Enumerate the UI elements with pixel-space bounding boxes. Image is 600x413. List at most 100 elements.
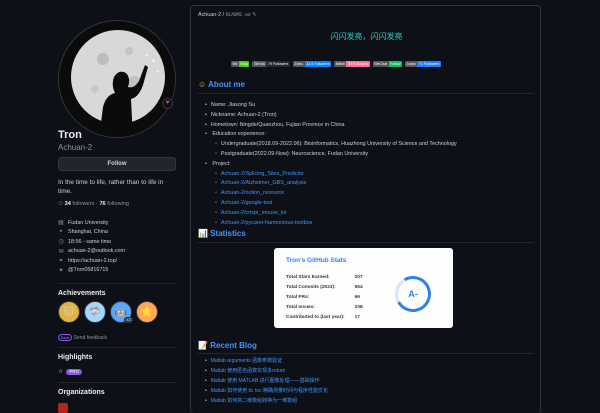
svg-text:✦: ✦ — [151, 58, 156, 65]
shield-value: 33 Followers — [346, 61, 370, 67]
profile-bio: In the time to life, rather than to life… — [58, 179, 164, 195]
followers-link[interactable]: 34 followers — [65, 201, 95, 207]
stat-label: Total PRs: — [286, 294, 310, 300]
profile-name: Tron — [58, 129, 82, 141]
project-link[interactable]: Achuan-2/pycaret-harmonious-toolbox — [221, 220, 312, 226]
vcard-item[interactable]: ⚭ https://achuan-2.top/ — [58, 256, 125, 266]
highlight-pro: ☆ PRO — [58, 368, 83, 375]
shield-value: Follow — [388, 61, 403, 67]
highlights-title: Highlights — [58, 354, 93, 361]
vcard-item[interactable]: ✦ @Tron05816715 — [58, 266, 125, 276]
shield-value: 79 Followers — [266, 61, 290, 67]
shield-value: 71 Followers — [417, 61, 441, 67]
divider — [58, 347, 176, 348]
shield-label: Juejin — [405, 61, 418, 67]
blog-post-link[interactable]: Matlab 如何使用 tic toc 精确测量时间与程序性能优化 — [205, 386, 328, 396]
shield-badge[interactable]: BN Blog — [231, 61, 250, 67]
send-feedback-link[interactable]: Send feedback — [74, 335, 107, 341]
shield-badge[interactable]: Zhihu 33.5 Followers — [292, 61, 332, 67]
profile-login: Achuan-2 — [58, 143, 93, 152]
shield-badge[interactable]: GitHub 79 Followers — [252, 61, 290, 67]
shield-label: BN — [231, 61, 239, 67]
stats-card-title: Tron's GitHub Stats — [286, 257, 347, 264]
organizations-title: Organizations — [58, 389, 105, 396]
avatar[interactable]: ✦ ✦ ✦ — [58, 20, 176, 138]
beta-label: Beta — [58, 334, 73, 341]
shield-badge[interactable]: Bilibili 33 Followers — [334, 61, 370, 67]
achievements-title[interactable]: Achievements — [58, 290, 105, 297]
project-item: Achuan-2/Splicing_Sites_Predictor — [215, 170, 457, 180]
stat-value: 238 — [354, 305, 363, 311]
stat-value: 207 — [354, 274, 363, 280]
about-item: Nickname: Achuan-2 (Tron) — [205, 111, 457, 121]
pencil-icon[interactable]: ✎ — [252, 12, 257, 18]
project-link[interactable]: Achuan-2/notion_resource — [221, 190, 284, 196]
achievements-beta: Beta Send feedback — [58, 334, 107, 341]
clock-icon: ◷ — [58, 239, 64, 246]
education-item: Postgraduate(2022.09-Now): Neuroscience,… — [215, 150, 457, 160]
mail-icon: ✉ — [58, 248, 64, 255]
vcard-item: ⌖ Shanghai, China — [59, 228, 108, 236]
stat-value: 17 — [354, 315, 360, 321]
blog-post-link[interactable]: Matlab 如何将二维数组转换为一维数组 — [205, 396, 328, 406]
stat-label: Contributed to (last year): — [286, 315, 345, 321]
github-stats-card[interactable]: Tron's GitHub Stats Total Stars Earned: 2… — [274, 248, 453, 328]
stat-value: 66 — [354, 294, 360, 300]
location-icon: ⌖ — [59, 228, 63, 235]
blog-post-link[interactable]: Matlab arguments 函数参数验证 — [205, 356, 328, 366]
badge-count: x2 — [124, 317, 133, 323]
about-item: Name: Jiasong Su — [205, 101, 457, 111]
breadcrumb-file[interactable]: README.md — [226, 13, 251, 18]
people-icon: ⚇ — [58, 201, 64, 207]
follow-stats: ⚇ 34 followers · 76 following — [58, 201, 130, 207]
stats-row: Total Stars Earned: 207 — [286, 272, 363, 282]
blog-post-link[interactable]: Matlab 使用 MATLAB 进行图像处理——基础操作 — [205, 376, 328, 386]
breadcrumb-user[interactable]: Achuan-2 — [198, 12, 221, 18]
divider — [58, 382, 176, 383]
chart-emoji-icon: 📊 — [198, 229, 208, 238]
shield-label: Zhihu — [292, 61, 305, 67]
shield-badge[interactable]: WeChat Follow — [372, 61, 403, 67]
shield-badge[interactable]: Juejin 71 Followers — [405, 61, 441, 67]
pro-badge[interactable]: PRO — [66, 368, 83, 375]
status-emoji[interactable]: ♥ — [162, 98, 173, 109]
shield-label: Bilibili — [334, 61, 347, 67]
project-link[interactable]: Achuan-2/Alzheimer_GBS_analysis — [221, 180, 306, 186]
memo-emoji-icon: 📝 — [198, 341, 208, 350]
profile-sidebar: ✦ ✦ ✦ ♥ Tron Achuan-2 Follow In the time… — [0, 0, 190, 413]
yolo-badge-icon[interactable]: 🤖 x2 — [110, 301, 133, 323]
quickdraw-badge-icon[interactable]: 🐱 — [58, 301, 80, 323]
blog-list: Matlab arguments 函数参数验证Matlab 使用匿名函数实现多r… — [205, 356, 328, 406]
achievement-badges: 🐱 🦈 🤖 x2 ⭐ — [58, 301, 158, 323]
recent-blog-heading: 📝 Recent Blog — [198, 341, 257, 350]
about-item: Hometown: Ningde/Quanzhou, Fujian Provin… — [205, 121, 457, 131]
avatar-image: ✦ ✦ ✦ — [59, 21, 175, 137]
project-list: Achuan-2/Splicing_Sites_Predictor Achuan-… — [215, 170, 457, 229]
project-link[interactable]: Achuan-2/crispr_mouse_kit — [221, 210, 286, 216]
organization-avatar[interactable] — [58, 403, 68, 413]
following-link[interactable]: 76 following — [99, 201, 129, 207]
project-link[interactable]: Achuan-2/Splicing_Sites_Predictor — [221, 171, 304, 177]
starstruck-badge-icon[interactable]: ⭐ — [136, 301, 158, 323]
vcard-item[interactable]: ✉ achuan-2@outlook.com — [58, 247, 125, 257]
vcard-item: ▤ Fudan University — [58, 219, 109, 227]
pull-shark-badge-icon[interactable]: 🦈 — [84, 301, 106, 323]
divider — [198, 93, 534, 94]
stats-row: Total PRs: 66 — [286, 292, 363, 302]
blog-post-link[interactable]: Matlab 使用匿名函数实现多return — [205, 366, 328, 376]
project-item: Achuan-2/notion_resource — [215, 189, 457, 199]
project-item: Achuan-2/Alzheimer_GBS_analysis — [215, 179, 457, 189]
follow-button[interactable]: Follow — [58, 157, 176, 171]
social-shields: BN Blog GitHub 79 Followers Zhihu 33.5 Follow… — [231, 61, 441, 67]
divider — [198, 353, 534, 354]
project-item: Achuan-2/pycaret-harmonious-toolbox — [215, 219, 457, 229]
stats-row: Total Issues: 238 — [286, 303, 363, 313]
shield-value: 33.5 Followers — [304, 61, 332, 67]
about-item: Education experience: Undergraduate(2018… — [205, 130, 457, 160]
grade-label: A- — [408, 289, 418, 299]
vcard-details: ▤ Fudan University ⌖ Shanghai, China ◷ 18:56 … — [58, 218, 125, 275]
shield-label: WeChat — [372, 61, 389, 67]
project-item: Achuan-2/crispr_mouse_kit — [215, 209, 457, 219]
project-link[interactable]: Achuan-2/google-test — [221, 200, 272, 206]
stats-row: Contributed to (last year): 17 — [286, 313, 363, 323]
